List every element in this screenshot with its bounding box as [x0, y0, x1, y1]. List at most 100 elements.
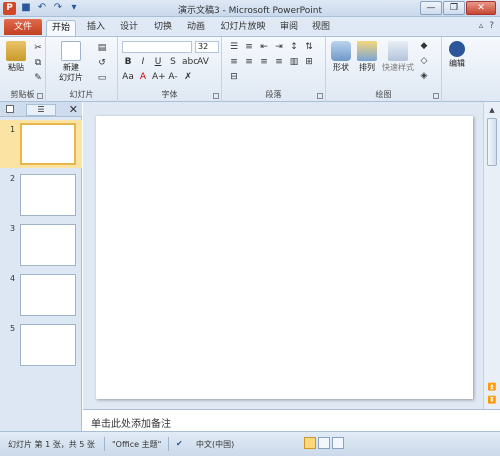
restore-button[interactable]: ❐	[443, 1, 465, 15]
tabsrow-right-icons: ▵ ?	[479, 21, 494, 31]
help-icon[interactable]: ?	[489, 21, 494, 31]
tab-transitions[interactable]: 切换	[150, 20, 176, 36]
font-size-combo[interactable]: 32	[195, 41, 219, 53]
layout-icon[interactable]: ▤	[96, 43, 108, 54]
ribbon-home: 粘贴 ✂ ⧉ ✎ 剪贴板 新建 幻灯片 ▤ ↺ ▭ 幻灯片 32 B I U S…	[0, 36, 500, 102]
close-panel-icon[interactable]: ✕	[69, 103, 78, 116]
bullets-icon[interactable]: ☰	[228, 42, 240, 53]
notes-pane[interactable]: 单击此处添加备注	[83, 409, 500, 431]
tab-design[interactable]: 设计	[116, 20, 142, 36]
change-case-icon[interactable]: Aa	[122, 72, 134, 83]
tab-file[interactable]: 文件	[4, 19, 42, 35]
text-direction-icon[interactable]: ⇅	[303, 42, 315, 53]
slide-editing-area	[83, 102, 483, 409]
clipboard-small-buttons: ✂ ⧉ ✎	[32, 43, 44, 84]
italic-icon[interactable]: I	[137, 57, 149, 68]
scrollbar-thumb[interactable]	[487, 118, 497, 166]
previous-slide-icon[interactable]: ⏫	[486, 381, 498, 393]
cut-icon[interactable]: ✂	[32, 43, 44, 54]
increase-indent-icon[interactable]: ⇥	[273, 42, 285, 53]
decrease-indent-icon[interactable]: ⇤	[258, 42, 270, 53]
slide-preview	[20, 224, 76, 266]
paragraph-row-1: ☰ ≡ ⇤ ⇥ ↕ ⇅	[228, 42, 315, 53]
arrange-button[interactable]: 排列	[356, 41, 378, 73]
numbering-icon[interactable]: ≡	[243, 42, 255, 53]
next-slide-icon[interactable]: ⏬	[486, 394, 498, 406]
drawing-launcher[interactable]	[433, 93, 439, 99]
language-status[interactable]: 中文(中国)	[196, 439, 234, 450]
tab-insert[interactable]: 插入	[83, 20, 109, 36]
copy-icon[interactable]: ⧉	[32, 58, 44, 69]
slide-thumbnail-1[interactable]: 1	[0, 120, 82, 168]
slide-sorter-view-button[interactable]	[318, 437, 330, 449]
slide-preview	[20, 324, 76, 366]
slide-number: 5	[10, 324, 16, 333]
new-slide-button[interactable]: 新建 幻灯片	[56, 41, 86, 83]
bold-icon[interactable]: B	[122, 57, 134, 68]
paragraph-launcher[interactable]	[317, 93, 323, 99]
slide-thumbnail-2[interactable]: 2	[0, 174, 82, 218]
normal-view-button[interactable]	[304, 437, 316, 449]
slide-number: 4	[10, 274, 16, 283]
align-text-icon[interactable]: ⊞	[303, 57, 315, 68]
group-editing: 编辑	[442, 37, 472, 102]
slide-number: 3	[10, 224, 16, 233]
tab-review[interactable]: 审阅	[276, 20, 302, 36]
slides-tab[interactable]: ☰	[26, 104, 56, 116]
reset-icon[interactable]: ↺	[96, 58, 108, 69]
underline-icon[interactable]: U	[152, 57, 164, 68]
outline-tab[interactable]	[6, 105, 14, 113]
char-spacing-icon[interactable]: AV	[197, 57, 209, 68]
vertical-scrollbar[interactable]: ▲ ⏫ ⏬	[483, 102, 500, 409]
strikethrough-icon[interactable]: abc	[182, 57, 198, 68]
line-spacing-icon[interactable]: ↕	[288, 42, 300, 53]
slide-thumbnail-4[interactable]: 4	[0, 274, 82, 318]
tab-slideshow[interactable]: 幻灯片放映	[219, 20, 267, 36]
group-label-font: 字体	[161, 90, 178, 99]
shape-outline-icon[interactable]: ◇	[418, 56, 430, 67]
align-center-icon[interactable]: ≡	[243, 57, 255, 68]
tab-animations[interactable]: 动画	[183, 20, 209, 36]
paragraph-row-3: ⊟	[228, 72, 240, 83]
spellcheck-icon[interactable]: ✔	[176, 439, 183, 448]
shape-effects-icon[interactable]: ◈	[418, 71, 430, 82]
status-bar: 幻灯片 第 1 张，共 5 张 "Office 主题" ✔ 中文(中国)	[0, 431, 500, 456]
close-button[interactable]: ✕	[466, 1, 496, 15]
shapes-button[interactable]: 形状	[330, 41, 352, 73]
align-left-icon[interactable]: ≡	[228, 57, 240, 68]
clipboard-launcher[interactable]	[37, 93, 43, 99]
collapse-ribbon-icon[interactable]: ▵	[479, 21, 484, 31]
theme-status[interactable]: "Office 主题"	[112, 439, 161, 450]
slide-thumbnail-3[interactable]: 3	[0, 224, 82, 268]
quick-styles-button[interactable]: 快速样式	[380, 41, 416, 73]
slide-number: 2	[10, 174, 16, 183]
format-painter-icon[interactable]: ✎	[32, 73, 44, 84]
group-drawing: 形状 排列 快速样式 ◆ ◇ ◈ 绘图	[326, 37, 442, 102]
scroll-up-icon[interactable]: ▲	[486, 104, 498, 116]
tab-view[interactable]: 视图	[308, 20, 334, 36]
tab-home[interactable]: 开始	[46, 20, 76, 36]
shape-fill-icon[interactable]: ◆	[418, 41, 430, 52]
editing-button[interactable]: 编辑	[445, 41, 469, 69]
group-slides: 新建 幻灯片 ▤ ↺ ▭ 幻灯片	[46, 37, 118, 102]
grow-font-icon[interactable]: A+	[152, 72, 166, 83]
font-launcher[interactable]	[213, 93, 219, 99]
font-color-icon[interactable]: A	[137, 72, 149, 83]
slide-thumbnail-5[interactable]: 5	[0, 324, 82, 368]
reading-view-button[interactable]	[332, 437, 344, 449]
shadow-icon[interactable]: S	[167, 57, 179, 68]
group-clipboard: 粘贴 ✂ ⧉ ✎ 剪贴板	[0, 37, 46, 102]
shrink-font-icon[interactable]: A-	[167, 72, 179, 83]
current-slide-canvas[interactable]	[96, 116, 473, 399]
justify-icon[interactable]: ≡	[273, 57, 285, 68]
smartart-icon[interactable]: ⊟	[228, 72, 240, 83]
minimize-button[interactable]: —	[420, 1, 442, 15]
font-name-combo[interactable]	[122, 41, 192, 53]
align-right-icon[interactable]: ≡	[258, 57, 270, 68]
paste-button[interactable]: 粘贴	[6, 41, 26, 73]
group-label-paragraph: 段落	[265, 90, 282, 99]
binoculars-icon	[449, 41, 465, 57]
columns-icon[interactable]: ▥	[288, 57, 300, 68]
clear-format-icon[interactable]: ✗	[182, 72, 194, 83]
section-icon[interactable]: ▭	[96, 73, 108, 84]
